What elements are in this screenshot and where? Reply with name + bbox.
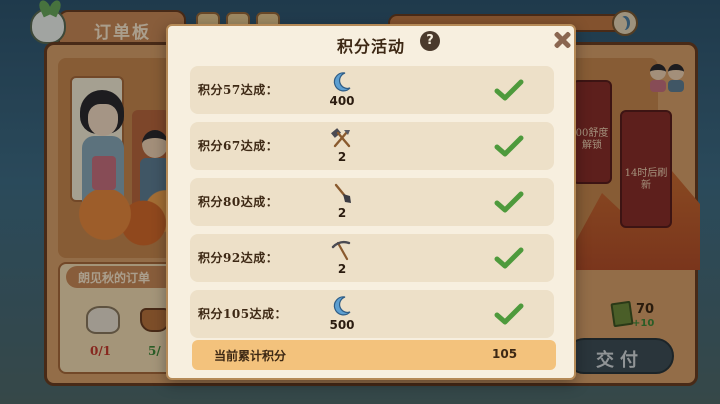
reward-quantity: 2 xyxy=(337,206,347,220)
check-icon xyxy=(494,135,524,157)
moon-currency-icon xyxy=(333,296,351,316)
milestone-row: 积分57达成： 400 xyxy=(190,66,554,114)
milestone-row: 积分67达成： 2 xyxy=(190,122,554,170)
dialog-title: 积分活动 xyxy=(336,37,405,56)
milestone-row: 积分105达成： 500 xyxy=(190,290,554,338)
moon-currency-icon xyxy=(333,72,351,92)
reward-quantity: 400 xyxy=(329,94,355,108)
reward-quantity: 500 xyxy=(329,318,355,332)
total-points-label: 当前累计积分 xyxy=(214,349,287,363)
milestone-label: 积分67达成： xyxy=(198,139,279,153)
milestone-label: 积分57达成： xyxy=(198,83,279,97)
check-icon xyxy=(494,247,524,269)
points-activity-dialog: 积分活动 ? 积分57达成： 400 积分67达成： 2 积分80达成： 2 积… xyxy=(166,24,576,380)
hammer-axe-tools-icon xyxy=(331,128,351,148)
pickaxe-icon xyxy=(331,240,351,261)
milestone-row: 积分92达成： 2 xyxy=(190,234,554,282)
check-icon xyxy=(494,79,524,101)
milestone-label: 积分105达成： xyxy=(198,307,288,321)
milestone-label: 积分92达成： xyxy=(198,251,279,265)
shovel-icon xyxy=(334,183,351,203)
help-icon[interactable]: ? xyxy=(420,31,440,51)
check-icon xyxy=(494,191,524,213)
milestone-row: 积分80达成： 2 xyxy=(190,178,554,226)
milestone-label: 积分80达成： xyxy=(198,195,279,209)
close-icon[interactable] xyxy=(552,30,572,50)
total-points-bar: 当前累计积分 105 xyxy=(192,340,556,370)
reward-quantity: 2 xyxy=(337,262,347,276)
reward-quantity: 2 xyxy=(337,150,347,164)
total-points-value: 105 xyxy=(492,347,518,361)
check-icon xyxy=(494,303,524,325)
